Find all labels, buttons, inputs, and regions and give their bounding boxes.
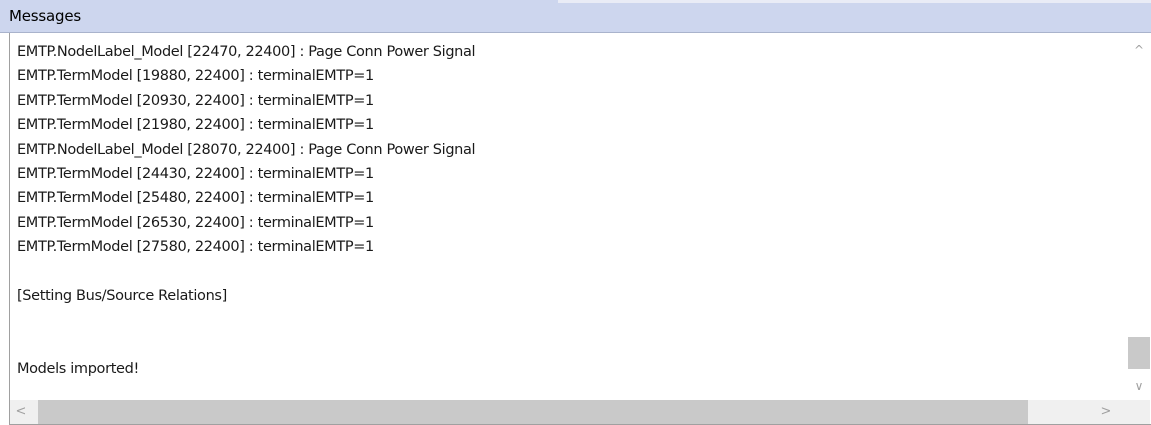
scroll-down-arrow-icon[interactable]: ∨: [1128, 375, 1150, 397]
scrollbar-corner: [1128, 400, 1150, 424]
scroll-right-arrow-icon[interactable]: >: [1095, 400, 1117, 424]
message-line: EMTP.TermModel [20930, 22400] : terminal…: [17, 92, 374, 109]
message-line: [17, 333, 1117, 357]
message-line: EMTP.NodelLabel_Model [22470, 22400] : P…: [17, 44, 476, 60]
message-line: [17, 260, 1117, 284]
message-line: EMTP.TermModel [25480, 22400] : terminal…: [17, 190, 374, 207]
message-line: EMTP.NodelLabel_Model [28070, 22400] : P…: [17, 141, 476, 158]
message-line: EMTP.TermModel [24430, 22400] : terminal…: [17, 165, 374, 182]
horizontal-scroll-thumb[interactable]: [38, 400, 1028, 424]
message-line: [Setting Bus/Source Relations]: [17, 287, 227, 304]
vertical-scroll-thumb[interactable]: [1128, 337, 1150, 369]
vertical-scrollbar[interactable]: ^ ∨: [1128, 35, 1150, 400]
messages-panel: Messages EMTP.NodelLabel_Model [22470, 2…: [0, 0, 1151, 425]
panel-title: Messages: [9, 7, 81, 25]
panel-title-bar: Messages: [0, 0, 1151, 33]
message-line: EMTP.TermModel [19880, 22400] : terminal…: [17, 68, 374, 85]
message-line: Models imported!: [17, 361, 139, 378]
message-line: EMTP.TermModel [26530, 22400] : terminal…: [17, 214, 374, 231]
scroll-up-arrow-icon[interactable]: ^: [1128, 39, 1150, 61]
message-line: [17, 308, 1117, 332]
messages-text-area[interactable]: EMTP.NodelLabel_Model [22470, 22400] : P…: [17, 40, 1117, 392]
horizontal-scrollbar[interactable]: < >: [10, 400, 1128, 424]
title-bar-highlight: [558, 0, 1151, 3]
message-line: EMTP.TermModel [21980, 22400] : terminal…: [17, 117, 374, 134]
message-line: EMTP.TermModel [27580, 22400] : terminal…: [17, 239, 374, 256]
scroll-left-arrow-icon[interactable]: <: [10, 400, 32, 424]
